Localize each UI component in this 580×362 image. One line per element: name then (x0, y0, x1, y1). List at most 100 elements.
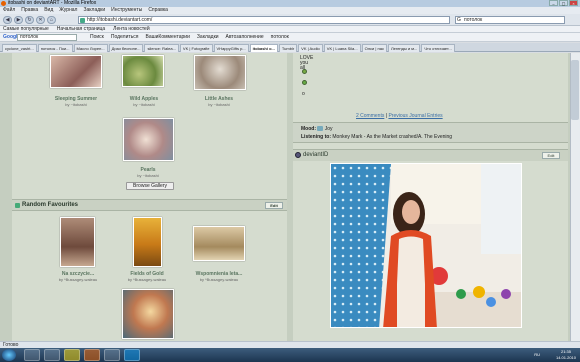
windows-taskbar: RU 21:35 14.01.2010 (0, 348, 580, 362)
profile-photo-image (331, 164, 521, 327)
browser-tab[interactable]: VK | Audio (298, 44, 323, 52)
search-bar[interactable]: G потолок (455, 16, 565, 24)
browser-tab[interactable]: Что отличает... (421, 44, 455, 52)
favourite-item-author[interactable]: by *Bussagey-waleau (42, 277, 114, 282)
favourite-item-author[interactable]: by *Bussagey-waleau (111, 277, 183, 282)
window-controls: – ▢ × (549, 0, 578, 7)
google-toolbar-items: Поиск Поделиться ВашиКомментарии Закладк… (90, 33, 289, 42)
bookmark-item[interactable]: Самые популярные (3, 26, 49, 32)
favourite-thumbnail[interactable] (193, 226, 245, 261)
menu-help[interactable]: Справка (148, 7, 168, 14)
minimize-button[interactable]: – (549, 0, 558, 6)
google-share-button[interactable]: Поделиться (111, 33, 139, 42)
taskbar-explorer-icon[interactable] (24, 349, 40, 361)
browser-tab[interactable]: VHappyGifts p... (213, 44, 249, 52)
google-highlight-term[interactable]: потолок (271, 33, 289, 42)
gallery-thumbnail[interactable] (194, 55, 246, 90)
gallery-thumbnail[interactable] (123, 118, 174, 161)
gallery-item-author[interactable]: by ~itobashi (40, 102, 112, 107)
menu-edit[interactable]: Правка (21, 7, 38, 14)
journal-links: 2 Comments | Previous Journal Entries (356, 113, 443, 119)
deviantid-header: deviantID Edit (293, 149, 568, 161)
favourite-thumbnail[interactable] (133, 217, 162, 267)
browser-tab[interactable]: cyclone_vasht... (2, 44, 37, 52)
taskbar-firefox-icon[interactable] (84, 349, 100, 361)
google-search-input[interactable]: потолок (17, 34, 77, 41)
start-button[interactable] (2, 349, 16, 361)
google-autofill-button[interactable]: Автозаполнение (226, 33, 264, 42)
menu-tools[interactable]: Инструменты (111, 7, 142, 14)
deviantid-photo (330, 163, 522, 328)
browser-tab[interactable]: VK | Fotografie (179, 44, 213, 52)
deviantid-heading: deviantID (303, 152, 329, 158)
browser-tab[interactable]: VK | Luana Sila... (323, 44, 361, 52)
close-button[interactable]: × (569, 0, 578, 6)
scrollbar-thumb[interactable] (571, 60, 579, 120)
mood-value: Joy (324, 126, 333, 132)
google-comments-button[interactable]: ВашиКомментарии (145, 33, 189, 42)
browse-gallery-button[interactable]: Browse Gallery (126, 182, 174, 190)
bookmark-item[interactable]: Начальная страница (57, 26, 105, 32)
stop-button[interactable]: ✕ (36, 16, 45, 24)
url-bar[interactable]: http://itobashi.deviantart.com/ (78, 16, 450, 24)
browser-tab[interactable]: Олси | нас (361, 44, 387, 52)
menu-file[interactable]: Файл (3, 7, 15, 14)
browser-tab[interactable]: Легенды и м... (387, 44, 421, 52)
journal-meta: Mood: Joy Listening to: Monkey Mark - As… (293, 122, 568, 143)
taskbar-folder-icon[interactable] (104, 349, 120, 361)
menu-bookmarks[interactable]: Закладки (83, 7, 105, 14)
mood-label: Mood: (301, 126, 316, 132)
home-button[interactable]: ⌂ (47, 16, 56, 24)
taskbar-app-icon[interactable] (64, 349, 80, 361)
browser-tab[interactable]: потолок - Пои... (37, 44, 73, 52)
deviantid-edit-button[interactable]: Edit (542, 152, 560, 159)
menu-history[interactable]: Журнал (59, 7, 77, 14)
browser-tab[interactable]: silence: Ralea... (144, 44, 179, 52)
window-title: itobashi on deviantART - Mozilla Firefox (8, 0, 97, 6)
browser-tab-active[interactable]: itobashi o... (249, 44, 278, 52)
favourites-edit-button[interactable]: Edit (265, 202, 283, 209)
language-indicator[interactable]: RU (534, 352, 540, 357)
mood-icon (317, 126, 324, 132)
gallery-thumbnail[interactable] (50, 55, 102, 88)
search-engine-icon[interactable]: G (457, 17, 461, 23)
previous-journal-link[interactable]: Previous Journal Entries (388, 113, 442, 119)
navigation-toolbar: ◀ ▶ ↻ ✕ ⌂ http://itobashi.deviantart.com… (0, 14, 580, 26)
comments-link[interactable]: 2 Comments (356, 113, 384, 119)
firefox-icon (1, 1, 6, 6)
journal-line: o (302, 91, 305, 97)
gallery-item-author[interactable]: by ~itobashi (108, 102, 180, 107)
favourite-thumbnail[interactable] (60, 217, 95, 267)
maximize-button[interactable]: ▢ (559, 0, 568, 6)
google-bookmarks-button[interactable]: Закладки (197, 33, 219, 42)
gallery-thumbnail[interactable] (122, 55, 164, 87)
taskbar-photoshop-icon[interactable] (124, 349, 140, 361)
listening-row: Listening to: Monkey Mark - As the Marke… (301, 134, 452, 140)
mood-row: Mood: Joy (301, 126, 333, 132)
search-text: потолок (464, 17, 483, 23)
google-search-button[interactable]: Поиск (90, 33, 104, 42)
link-separator: | (385, 113, 388, 119)
favourite-thumbnail[interactable] (122, 289, 174, 339)
gallery-item-author[interactable]: by ~itobashi (112, 173, 184, 178)
menu-view[interactable]: Вид (44, 7, 53, 14)
listening-label: Listening to: (301, 134, 331, 140)
taskbar-clock[interactable]: 21:35 14.01.2010 (556, 349, 576, 361)
browser-tab[interactable]: Масло Лорен... (73, 44, 108, 52)
forward-button[interactable]: ▶ (14, 16, 23, 24)
browser-tab[interactable]: Tumblr (278, 44, 298, 52)
back-button[interactable]: ◀ (3, 16, 12, 24)
window-titlebar: itobashi on deviantART - Mozilla Firefox… (0, 0, 580, 7)
tab-bar: cyclone_vasht... потолок - Пои... Масло … (0, 43, 580, 52)
taskbar-media-icon[interactable] (44, 349, 60, 361)
bookmark-item[interactable]: Лента новостей (113, 26, 149, 32)
url-text: http://itobashi.deviantart.com/ (87, 17, 153, 23)
clock-date: 14.01.2010 (555, 355, 576, 360)
site-favicon-icon (80, 18, 85, 23)
browser-tab[interactable]: Дизи беспоне... (108, 44, 144, 52)
reload-button[interactable]: ↻ (25, 16, 34, 24)
deviantid-icon (295, 152, 301, 158)
gallery-item-author[interactable]: by ~itobashi (183, 102, 255, 107)
favourites-icon (15, 203, 20, 208)
favourite-item-author[interactable]: by *Bussagey-waleau (183, 277, 255, 282)
